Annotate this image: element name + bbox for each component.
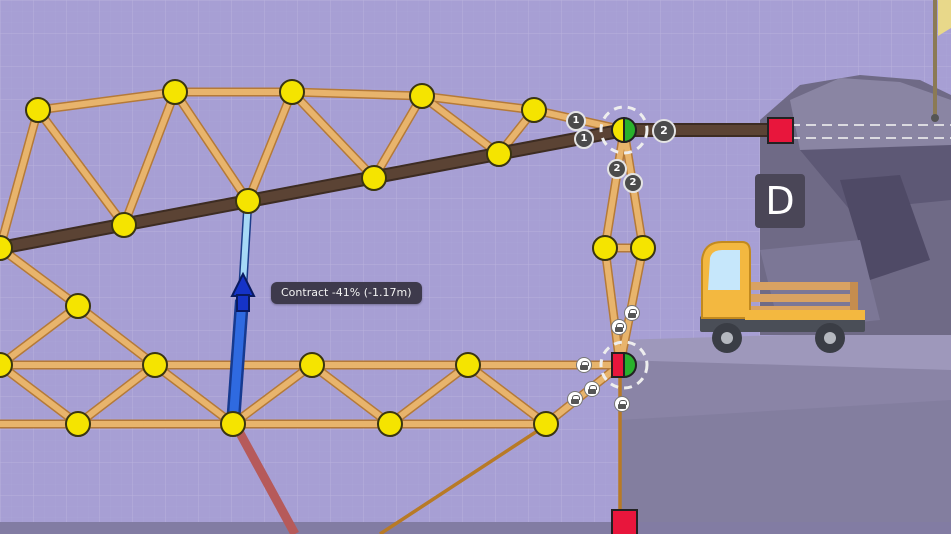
lock-icon[interactable] (576, 357, 592, 373)
split-badge[interactable]: 1 (574, 129, 594, 149)
joint (361, 165, 387, 191)
lock-icon[interactable] (614, 396, 630, 412)
joint (235, 188, 261, 214)
lock-icon[interactable] (611, 319, 627, 335)
joint (299, 352, 325, 378)
joint (25, 97, 51, 123)
checkpoint-sign: D (755, 174, 805, 228)
joint (142, 352, 168, 378)
joint (533, 411, 559, 437)
split-badge[interactable]: 2 (652, 119, 676, 143)
joint (162, 79, 188, 105)
joint (455, 352, 481, 378)
joint (521, 97, 547, 123)
member-stress-tooltip: Contract -41% (-1.17m) (271, 282, 422, 304)
joint (220, 411, 246, 437)
joint (377, 411, 403, 437)
joint (409, 83, 435, 109)
split-badge[interactable]: 2 (623, 173, 643, 193)
joint (279, 79, 305, 105)
joint (630, 235, 656, 261)
joint (111, 212, 137, 238)
game-viewport[interactable]: Contract -41% (-1.17m) D 1 1 2 2 2 (0, 0, 951, 534)
joint (65, 293, 91, 319)
lock-icon[interactable] (567, 391, 583, 407)
joint (486, 141, 512, 167)
lock-icon[interactable] (584, 381, 600, 397)
joint (65, 411, 91, 437)
lock-icon[interactable] (624, 305, 640, 321)
split-badge[interactable]: 1 (566, 111, 586, 131)
bridge-scene[interactable] (0, 0, 951, 534)
joint (592, 235, 618, 261)
